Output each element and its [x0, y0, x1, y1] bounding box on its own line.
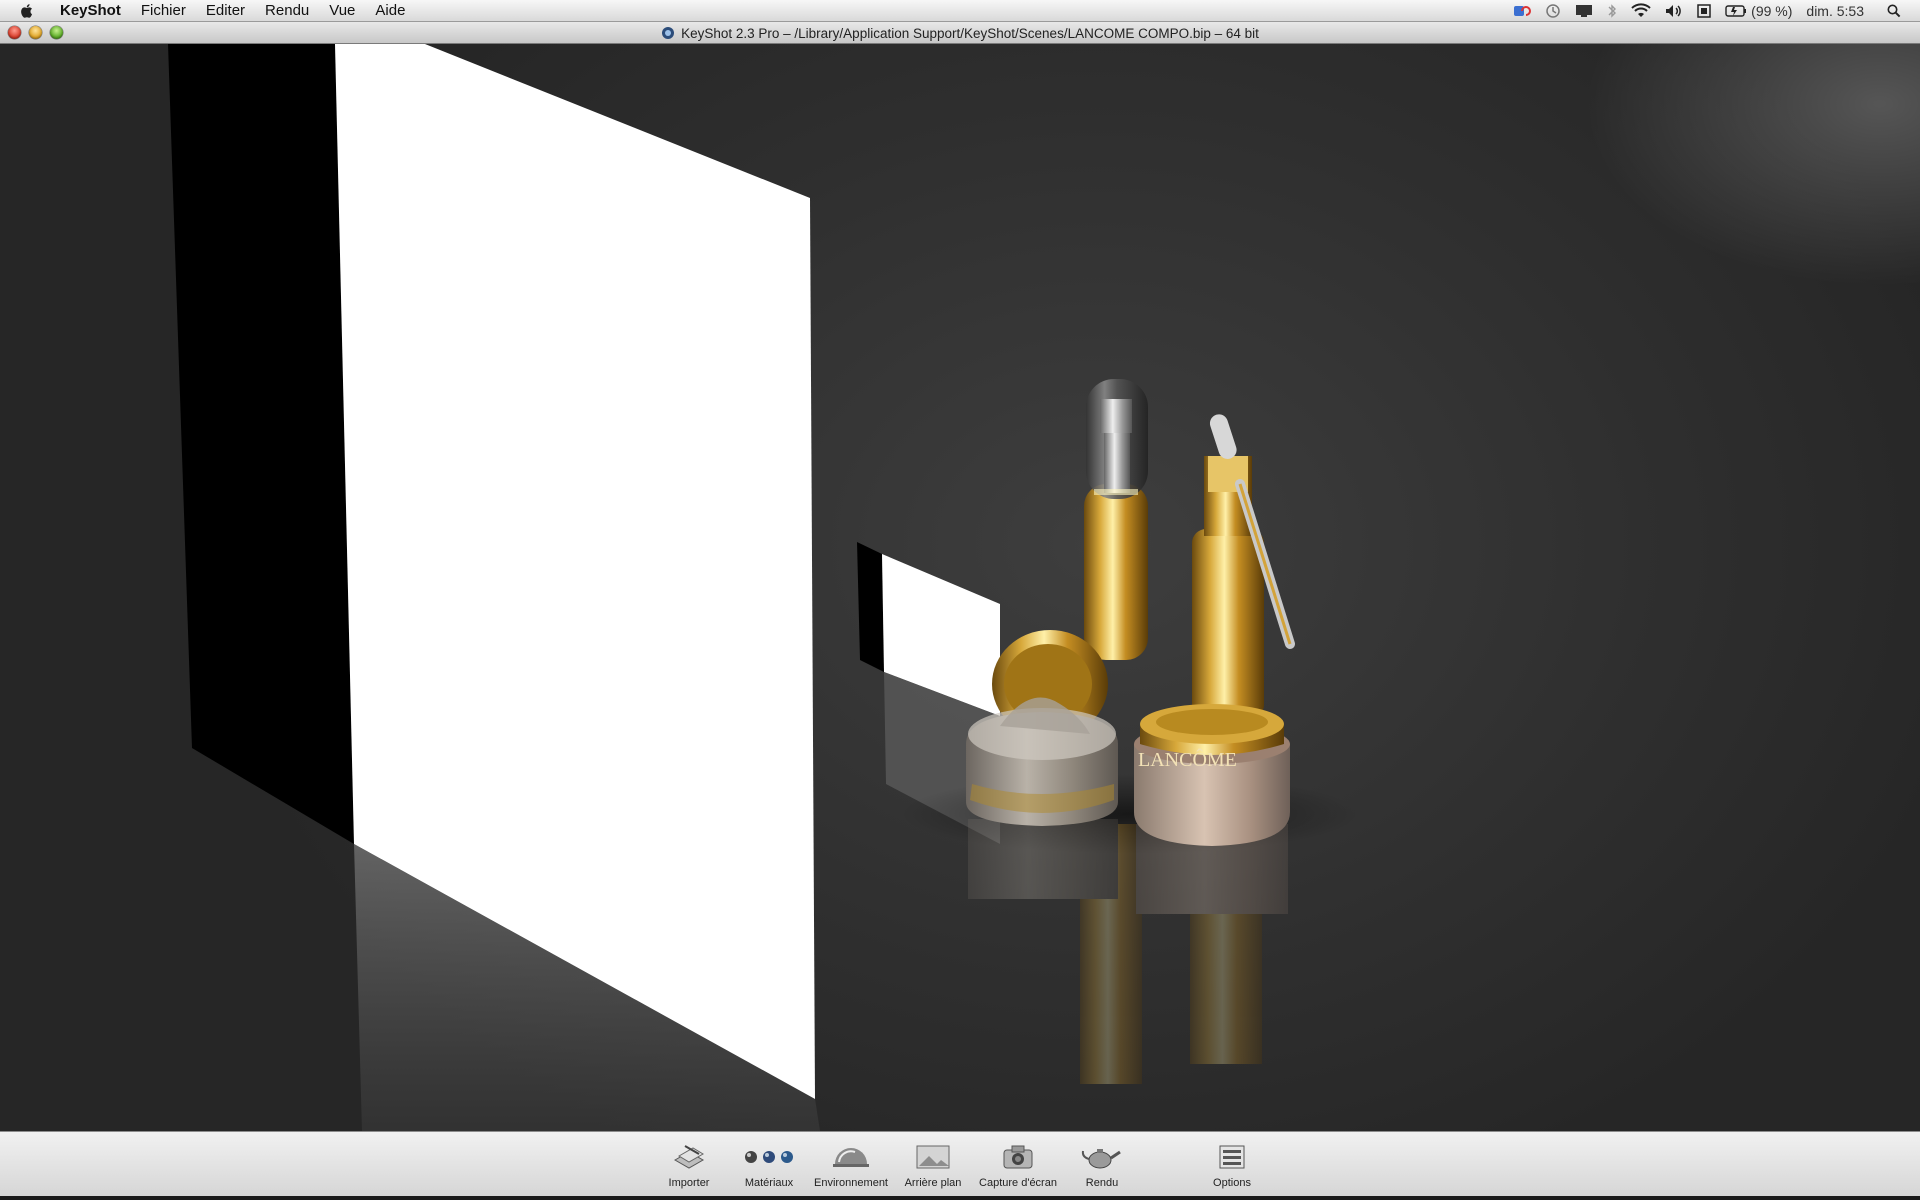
import-icon	[671, 1142, 707, 1172]
menu-vue[interactable]: Vue	[319, 0, 365, 22]
materials-button[interactable]: Matériaux	[727, 1142, 811, 1194]
teapot-icon	[1080, 1142, 1124, 1172]
display-icon[interactable]	[1575, 0, 1593, 22]
options-icon	[1217, 1142, 1247, 1172]
status-area: (99 %) dim. 5:53	[1506, 0, 1920, 22]
document-proxy-icon[interactable]	[661, 26, 675, 40]
environment-label: Environnement	[814, 1177, 888, 1189]
menu-editer[interactable]: Editer	[196, 0, 255, 22]
options-button[interactable]: Options	[1190, 1142, 1274, 1194]
menu-bar: KeyShot Fichier Editer Rendu Vue Aide (9…	[0, 0, 1920, 22]
input-icon[interactable]	[1697, 0, 1711, 22]
volume-icon[interactable]	[1665, 0, 1683, 22]
environment-button[interactable]: Environnement	[809, 1142, 893, 1194]
import-label: Importer	[668, 1177, 710, 1189]
window-title: KeyShot 2.3 Pro – /Library/Application S…	[681, 25, 1259, 41]
small-panel-black-side	[857, 542, 884, 672]
render-button[interactable]: Rendu	[1060, 1142, 1144, 1194]
render-label: Rendu	[1085, 1177, 1119, 1189]
bluetooth-icon[interactable]	[1607, 0, 1617, 22]
screenshot-label: Capture d'écran	[979, 1177, 1057, 1189]
render-viewport[interactable]: LANCÔME	[0, 44, 1920, 1131]
silver-glitter-jar	[966, 697, 1118, 826]
jar-brand-text: LANCÔME	[1138, 747, 1237, 771]
environment-icon	[831, 1142, 871, 1172]
bottom-toolbar: Importer Matériaux Environnement Arrière…	[0, 1131, 1920, 1196]
battery-percent: (99 %)	[1751, 2, 1793, 19]
materials-label: Matériaux	[744, 1177, 794, 1189]
gold-lid-jar: LANCÔME	[1134, 704, 1290, 846]
screenshot-button[interactable]: Capture d'écran	[976, 1142, 1060, 1194]
import-button[interactable]: Importer	[647, 1142, 731, 1194]
background-label: Arrière plan	[904, 1177, 962, 1189]
dock-edge	[0, 1196, 1920, 1200]
window-title-area: KeyShot 2.3 Pro – /Library/Application S…	[0, 22, 1920, 44]
spotlight-icon[interactable]	[1887, 0, 1901, 22]
spray-bottle	[1084, 379, 1148, 660]
background-icon	[915, 1142, 951, 1172]
options-label: Options	[1213, 1177, 1251, 1189]
background-button[interactable]: Arrière plan	[891, 1142, 975, 1194]
time-machine-icon[interactable]	[1545, 0, 1561, 22]
product-reflections	[968, 819, 1288, 1084]
wifi-icon[interactable]	[1631, 0, 1651, 22]
menu-aide[interactable]: Aide	[365, 0, 415, 22]
window-title-bar: KeyShot 2.3 Pro – /Library/Application S…	[0, 22, 1920, 44]
menu-fichier[interactable]: Fichier	[131, 0, 196, 22]
camera-icon	[1001, 1142, 1035, 1172]
sync-icon[interactable]	[1513, 0, 1532, 22]
menu-app-keyshot[interactable]: KeyShot	[52, 0, 131, 22]
panel-black-side	[168, 44, 354, 844]
menu-rendu[interactable]: Rendu	[255, 0, 319, 22]
battery-icon[interactable]: (99 %)	[1725, 0, 1792, 22]
render-scene: LANCÔME	[168, 44, 1360, 1131]
materials-icon	[743, 1142, 795, 1172]
clock[interactable]: dim. 5:53	[1806, 0, 1864, 22]
apple-menu-icon[interactable]	[16, 0, 38, 22]
dropper-bottle	[1192, 414, 1295, 719]
